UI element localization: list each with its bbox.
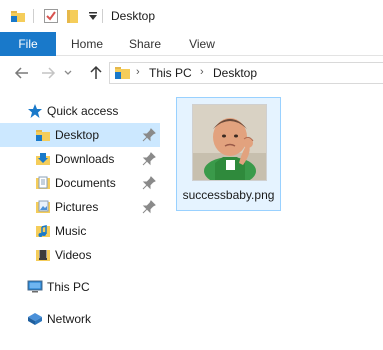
music-folder-icon	[36, 225, 50, 237]
breadcrumb-this-pc[interactable]: This PC	[149, 66, 192, 80]
nav-item-desktop[interactable]: Desktop	[0, 123, 160, 147]
nav-item-label: Downloads	[55, 152, 115, 166]
nav-item-label: Documents	[55, 176, 116, 190]
nav-network[interactable]: Network	[0, 307, 160, 331]
desktop-folder-icon	[36, 130, 50, 141]
nav-this-pc[interactable]: This PC	[0, 275, 160, 299]
nav-quick-access[interactable]: Quick access	[0, 99, 160, 123]
downloads-folder-icon	[36, 153, 50, 165]
tab-view[interactable]: View	[181, 32, 223, 56]
back-arrow-icon[interactable]	[14, 65, 30, 81]
nav-item-downloads[interactable]: Downloads	[0, 147, 160, 171]
window-title: Desktop	[111, 9, 156, 23]
nav-item-label: Network	[47, 312, 92, 326]
recent-locations-chevron-icon[interactable]	[63, 65, 73, 81]
pin-icon[interactable]	[142, 200, 156, 214]
baby-photo-thumbnail	[193, 105, 266, 180]
network-icon	[28, 313, 42, 325]
properties-icon[interactable]	[43, 8, 59, 24]
tab-share[interactable]: Share	[124, 32, 166, 56]
title-bar: Desktop	[0, 0, 383, 32]
documents-folder-icon	[36, 176, 50, 189]
new-folder-icon[interactable]	[65, 8, 81, 24]
nav-item-label: Music	[55, 224, 87, 238]
nav-item-music[interactable]: Music	[0, 219, 160, 243]
up-arrow-icon[interactable]	[88, 65, 104, 81]
file-name: successbaby.png	[182, 188, 275, 202]
folder-icon[interactable]	[10, 8, 26, 24]
nav-item-label: Desktop	[55, 128, 100, 142]
tab-file[interactable]: File	[0, 32, 56, 56]
forward-arrow-icon[interactable]	[40, 65, 56, 81]
customize-toolbar-icon[interactable]	[85, 8, 101, 24]
navigation-pane: Quick access Desktop Downloads Documents	[0, 95, 160, 350]
folder-icon	[115, 67, 130, 79]
pin-icon[interactable]	[142, 152, 156, 166]
nav-item-label: Quick access	[47, 104, 119, 118]
breadcrumb-chevron-icon[interactable]: ›	[136, 66, 140, 78]
computer-icon	[27, 280, 43, 293]
file-item[interactable]: successbaby.png	[176, 97, 281, 211]
nav-item-label: Videos	[55, 248, 92, 262]
pin-icon[interactable]	[142, 176, 156, 190]
file-list[interactable]: successbaby.png	[160, 89, 383, 350]
breadcrumb-chevron-icon[interactable]: ›	[200, 66, 204, 78]
title-divider	[102, 9, 103, 23]
nav-item-label: This PC	[47, 280, 90, 294]
image-thumbnail	[192, 104, 267, 181]
star-icon	[28, 104, 42, 118]
breadcrumb-desktop[interactable]: Desktop	[213, 66, 257, 80]
navigation-bar: › This PC › Desktop	[0, 57, 383, 89]
address-bar[interactable]: › This PC › Desktop	[109, 62, 383, 84]
pictures-folder-icon	[36, 200, 50, 213]
toolbar-divider	[33, 9, 34, 23]
nav-item-label: Pictures	[55, 200, 99, 214]
tab-home[interactable]: Home	[66, 32, 108, 56]
nav-item-pictures[interactable]: Pictures	[0, 195, 160, 219]
ribbon-tabs: File Home Share View	[0, 32, 383, 56]
nav-item-videos[interactable]: Videos	[0, 243, 160, 267]
pin-icon[interactable]	[142, 128, 156, 142]
nav-item-documents[interactable]: Documents	[0, 171, 160, 195]
videos-folder-icon	[36, 250, 50, 261]
